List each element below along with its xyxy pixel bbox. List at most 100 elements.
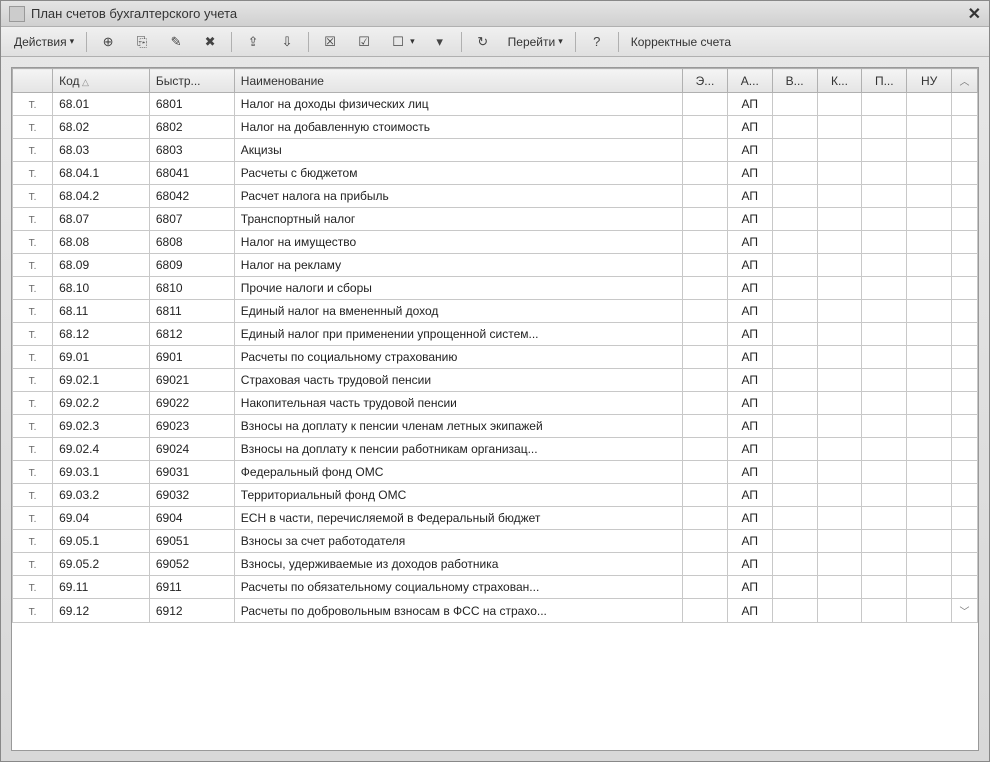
col-c6[interactable]: НУ bbox=[907, 69, 952, 93]
cell-c6 bbox=[907, 116, 952, 139]
close-icon[interactable]: ✕ bbox=[968, 4, 981, 24]
table-row[interactable]: Т.68.026802Налог на добавленную стоимост… bbox=[13, 116, 978, 139]
scrollbar-track[interactable] bbox=[952, 484, 978, 507]
table-row[interactable]: Т.68.036803АкцизыАП bbox=[13, 139, 978, 162]
tool-button-5[interactable]: ☐ bbox=[382, 29, 422, 55]
add-button[interactable]: ⊕ bbox=[92, 29, 124, 55]
scrollbar-track[interactable] bbox=[952, 162, 978, 185]
cell-fast: 6808 bbox=[149, 231, 234, 254]
cell-code: 68.07 bbox=[53, 208, 150, 231]
goto-menu[interactable]: Перейти bbox=[501, 31, 570, 53]
filter-button[interactable]: ▾ bbox=[424, 29, 456, 55]
scrollbar-track[interactable] bbox=[952, 392, 978, 415]
scrollbar-track[interactable] bbox=[952, 93, 978, 116]
col-c4[interactable]: К... bbox=[817, 69, 862, 93]
table-row[interactable]: Т.69.116911Расчеты по обязательному соци… bbox=[13, 576, 978, 599]
col-type[interactable] bbox=[13, 69, 53, 93]
cell-c5 bbox=[862, 599, 907, 623]
tool-button-3[interactable]: ☒ bbox=[314, 29, 346, 55]
col-code[interactable]: Код bbox=[53, 69, 150, 93]
cell-c3 bbox=[772, 553, 817, 576]
scrollbar-track[interactable] bbox=[952, 208, 978, 231]
table-row[interactable]: Т.69.02.469024Взносы на доплату к пенсии… bbox=[13, 438, 978, 461]
table-row[interactable]: Т.68.016801Налог на доходы физических ли… bbox=[13, 93, 978, 116]
cell-c5 bbox=[862, 438, 907, 461]
col-fast[interactable]: Быстр... bbox=[149, 69, 234, 93]
scrollbar-track[interactable] bbox=[952, 507, 978, 530]
scroll-up[interactable]: ︿ bbox=[952, 69, 978, 93]
clone-icon: ⎘ bbox=[133, 33, 151, 51]
scrollbar-track[interactable] bbox=[952, 300, 978, 323]
scrollbar-track[interactable] bbox=[952, 530, 978, 553]
table-row[interactable]: Т.68.086808Налог на имуществоАП bbox=[13, 231, 978, 254]
table-row[interactable]: Т.69.05.169051Взносы за счет работодател… bbox=[13, 530, 978, 553]
scrollbar-track[interactable] bbox=[952, 254, 978, 277]
table-row[interactable]: Т.69.126912Расчеты по добровольным взнос… bbox=[13, 599, 978, 623]
help-button[interactable]: ? bbox=[581, 29, 613, 55]
scrollbar-track[interactable] bbox=[952, 553, 978, 576]
table-row[interactable]: Т.69.03.169031Федеральный фонд ОМСАП bbox=[13, 461, 978, 484]
tool-button-1[interactable]: ⇪ bbox=[237, 29, 269, 55]
cell-c5 bbox=[862, 93, 907, 116]
table-row[interactable]: Т.69.02.269022Накопительная часть трудов… bbox=[13, 392, 978, 415]
cell-c6 bbox=[907, 530, 952, 553]
cell-c4 bbox=[817, 507, 862, 530]
table-row[interactable]: Т.69.03.269032Территориальный фонд ОМСАП bbox=[13, 484, 978, 507]
col-c1[interactable]: Э... bbox=[683, 69, 728, 93]
scrollbar-track[interactable] bbox=[952, 323, 978, 346]
col-c5[interactable]: П... bbox=[862, 69, 907, 93]
scrollbar-track[interactable] bbox=[952, 438, 978, 461]
edit-button[interactable]: ✎ bbox=[160, 29, 192, 55]
cell-c4 bbox=[817, 369, 862, 392]
table-row[interactable]: Т.68.076807Транспортный налогАП bbox=[13, 208, 978, 231]
cell-c5 bbox=[862, 392, 907, 415]
scrollbar-track[interactable] bbox=[952, 461, 978, 484]
scrollbar-track[interactable] bbox=[952, 185, 978, 208]
cell-c5 bbox=[862, 576, 907, 599]
table-row[interactable]: Т.69.02.169021Страховая часть трудовой п… bbox=[13, 369, 978, 392]
cell-c4 bbox=[817, 300, 862, 323]
row-type-icon: Т. bbox=[29, 192, 37, 203]
col-c2[interactable]: А... bbox=[727, 69, 772, 93]
table-row[interactable]: Т.69.02.369023Взносы на доплату к пенсии… bbox=[13, 415, 978, 438]
help-icon: ? bbox=[588, 33, 606, 51]
col-c3[interactable]: В... bbox=[772, 69, 817, 93]
scrollbar-track[interactable] bbox=[952, 231, 978, 254]
cell-type: Т. bbox=[13, 231, 53, 254]
col-name[interactable]: Наименование bbox=[234, 69, 682, 93]
table-row[interactable]: Т.69.046904ЕСН в части, перечисляемой в … bbox=[13, 507, 978, 530]
scrollbar-track[interactable] bbox=[952, 369, 978, 392]
table-row[interactable]: Т.68.116811Единый налог на вмененный дох… bbox=[13, 300, 978, 323]
cell-c4 bbox=[817, 139, 862, 162]
scrollbar-track[interactable] bbox=[952, 346, 978, 369]
cell-name: Прочие налоги и сборы bbox=[234, 277, 682, 300]
refresh-button[interactable]: ↻ bbox=[467, 29, 499, 55]
mark-button[interactable]: ✖ bbox=[194, 29, 226, 55]
correct-accounts-button[interactable]: Корректные счета bbox=[624, 31, 738, 53]
scrollbar-track[interactable] bbox=[952, 277, 978, 300]
tool-button-4[interactable]: ☑ bbox=[348, 29, 380, 55]
table-row[interactable]: Т.69.05.269052Взносы, удерживаемые из до… bbox=[13, 553, 978, 576]
table-row[interactable]: Т.68.04.168041Расчеты с бюджетомАП bbox=[13, 162, 978, 185]
scrollbar-track[interactable] bbox=[952, 116, 978, 139]
cell-c1 bbox=[683, 300, 728, 323]
tool-icon-4: ☑ bbox=[355, 33, 373, 51]
cell-c3 bbox=[772, 507, 817, 530]
cell-c5 bbox=[862, 369, 907, 392]
table-row[interactable]: Т.68.096809Налог на рекламуАП bbox=[13, 254, 978, 277]
scrollbar-track[interactable] bbox=[952, 415, 978, 438]
actions-menu[interactable]: Действия bbox=[7, 31, 81, 53]
scroll-down[interactable]: ﹀ bbox=[952, 599, 978, 623]
clone-button[interactable]: ⎘ bbox=[126, 29, 158, 55]
cell-c1 bbox=[683, 507, 728, 530]
cell-name: Расчеты по социальному страхованию bbox=[234, 346, 682, 369]
cell-code: 68.01 bbox=[53, 93, 150, 116]
table-row[interactable]: Т.68.106810Прочие налоги и сборыАП bbox=[13, 277, 978, 300]
table-row[interactable]: Т.69.016901Расчеты по социальному страхо… bbox=[13, 346, 978, 369]
scrollbar-track[interactable] bbox=[952, 576, 978, 599]
table-row[interactable]: Т.68.126812Единый налог при применении у… bbox=[13, 323, 978, 346]
table-row[interactable]: Т.68.04.268042Расчет налога на прибыльАП bbox=[13, 185, 978, 208]
scrollbar-track[interactable] bbox=[952, 139, 978, 162]
tool-button-2[interactable]: ⇩ bbox=[271, 29, 303, 55]
cell-fast: 69051 bbox=[149, 530, 234, 553]
